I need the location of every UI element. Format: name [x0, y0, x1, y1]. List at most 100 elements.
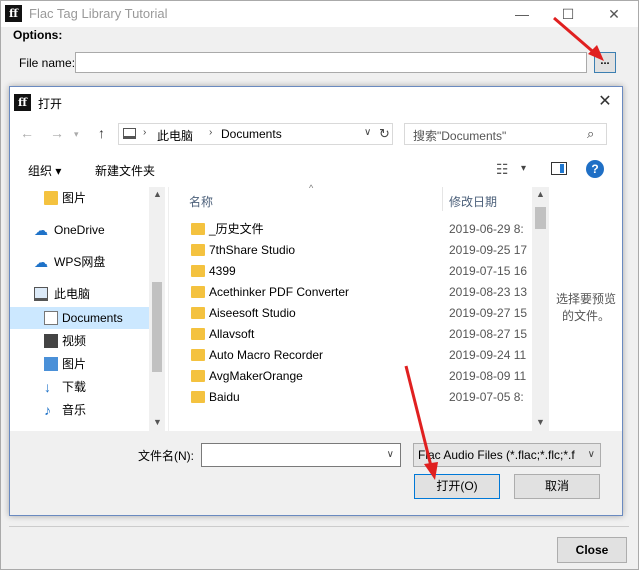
file-row[interactable]: Aiseesoft Studio 2019-09-27 15 [169, 303, 531, 324]
folder-icon [191, 244, 205, 256]
chevron-right-icon[interactable]: › [143, 127, 146, 138]
folder-icon [191, 286, 205, 298]
search-input[interactable]: 搜索"Documents" ⌕ [404, 123, 607, 145]
scroll-down-icon[interactable]: ▼ [153, 417, 162, 427]
nav-item-documents[interactable]: Documents [10, 307, 149, 329]
nav-item-downloads[interactable]: ↓ 下载 [10, 376, 149, 398]
new-folder-button[interactable]: 新建文件夹 [95, 162, 155, 179]
organize-button[interactable]: 组织 ▾ [28, 162, 61, 179]
file-row[interactable]: Auto Macro Recorder 2019-09-24 11 [169, 345, 531, 366]
file-row[interactable]: 7thShare Studio 2019-09-25 17 [169, 240, 531, 261]
file-name: 4399 [209, 264, 236, 278]
cloud-icon: ☁ [34, 222, 48, 238]
pc-icon [34, 287, 48, 301]
dialog-bottom-bar: 文件名(N): ∨ Flac Audio Files (*.flac;*.flc… [10, 431, 622, 515]
pc-icon [123, 128, 136, 139]
folder-icon [44, 191, 58, 205]
file-date: 2019-09-24 11 [449, 348, 527, 362]
column-header-name[interactable]: 名称 [189, 193, 213, 210]
view-options-icon[interactable]: ☷ [496, 161, 509, 178]
preview-pane-icon[interactable] [551, 162, 567, 175]
search-icon[interactable]: ⌕ [587, 126, 594, 142]
file-name: Auto Macro Recorder [209, 348, 324, 362]
help-icon[interactable]: ? [586, 160, 604, 178]
view-dropdown-icon[interactable]: ▾ [521, 163, 526, 174]
minimize-icon[interactable]: — [499, 1, 545, 27]
dialog-titlebar: ff 打开 ✕ [10, 87, 622, 117]
folder-icon [191, 349, 205, 361]
file-date: 2019-08-09 11 [449, 369, 527, 383]
folder-icon [191, 370, 205, 382]
file-row[interactable]: 4399 2019-07-15 16 [169, 261, 531, 282]
browse-button[interactable]: ... [594, 52, 616, 73]
forward-arrow-icon[interactable]: → [50, 125, 64, 141]
chevron-down-icon[interactable]: ∨ [364, 127, 371, 138]
address-bar[interactable]: › 此电脑 › Documents ∨ ↻ [118, 123, 393, 145]
nav-item-this-pc[interactable]: 此电脑 [10, 283, 149, 305]
scroll-thumb[interactable] [535, 207, 546, 229]
preview-message: 选择要预览的文件。 [555, 292, 616, 323]
breadcrumb-pc[interactable]: 此电脑 [157, 127, 193, 144]
back-arrow-icon[interactable]: ← [20, 125, 34, 141]
scroll-thumb[interactable] [152, 282, 162, 372]
scroll-up-icon[interactable]: ▲ [536, 189, 545, 199]
file-name-combobox[interactable]: ∨ [201, 443, 401, 467]
maximize-icon[interactable]: ☐ [545, 1, 591, 27]
file-row[interactable]: Acethinker PDF Converter 2019-08-23 13 [169, 282, 531, 303]
column-header-date[interactable]: 修改日期 [449, 193, 497, 210]
breadcrumb-documents[interactable]: Documents [221, 127, 282, 141]
file-name: 7thShare Studio [209, 243, 296, 257]
dialog-close-icon[interactable]: ✕ [594, 91, 616, 113]
cloud-outline-icon: ☁ [34, 254, 48, 270]
column-divider[interactable] [442, 187, 443, 211]
folder-icon [191, 328, 205, 340]
nav-item-videos[interactable]: 视频 [10, 330, 149, 352]
open-button[interactable]: 打开(O) [414, 474, 500, 499]
close-button[interactable]: Close [557, 537, 627, 563]
folder-icon [191, 391, 205, 403]
chevron-down-icon[interactable]: ∨ [588, 449, 595, 461]
file-date: 2019-08-27 15 [449, 327, 528, 341]
file-date: 2019-07-15 16 [449, 264, 528, 278]
file-row[interactable]: AvgMakerOrange 2019-08-09 11 [169, 366, 531, 387]
file-type-value: Flac Audio Files (*.flac;*.flc;*.f [418, 448, 575, 462]
folder-icon [191, 307, 205, 319]
app-icon: ff [5, 5, 22, 22]
scroll-up-icon[interactable]: ▲ [153, 189, 162, 199]
nav-scrollbar[interactable]: ▲ ▼ [149, 187, 165, 431]
nav-item-pictures[interactable]: 图片 [10, 187, 149, 209]
navigation-pane: 图片 ☁ OneDrive ☁ WPS网盘 此电脑 Documents 视频 图… [10, 187, 165, 431]
sort-arrow-icon: ^ [309, 183, 314, 193]
file-name: Baidu [209, 390, 240, 404]
pictures-icon [44, 357, 58, 371]
file-name: Allavsoft [209, 327, 255, 341]
search-placeholder: 搜索"Documents" [413, 129, 507, 143]
cancel-button[interactable]: 取消 [514, 474, 600, 499]
file-type-filter[interactable]: Flac Audio Files (*.flac;*.flc;*.f ∨ [413, 443, 601, 467]
file-name: Aiseesoft Studio [209, 306, 296, 320]
dialog-app-icon: ff [14, 94, 31, 111]
file-name: _历史文件 [209, 222, 264, 236]
download-icon: ↓ [44, 379, 51, 395]
nav-item-wps[interactable]: ☁ WPS网盘 [10, 251, 149, 273]
recent-locations-icon[interactable]: ▾ [74, 129, 79, 140]
file-date: 2019-09-25 17 [449, 243, 528, 257]
up-arrow-icon[interactable]: ↑ [98, 125, 105, 141]
documents-icon [44, 311, 58, 325]
file-name-input[interactable] [75, 52, 587, 73]
app-title: Flac Tag Library Tutorial [29, 6, 168, 21]
nav-item-pictures-library[interactable]: 图片 [10, 353, 149, 375]
chevron-right-icon[interactable]: › [209, 127, 212, 138]
file-list-scrollbar[interactable]: ▲ ▼ [532, 187, 549, 431]
close-icon[interactable]: ✕ [591, 1, 637, 27]
file-row[interactable]: _历史文件 2019-06-29 8: [169, 219, 531, 240]
chevron-down-icon[interactable]: ∨ [387, 449, 394, 460]
file-date: 2019-07-05 8: [449, 390, 524, 404]
file-row[interactable]: Allavsoft 2019-08-27 15 [169, 324, 531, 345]
nav-item-onedrive[interactable]: ☁ OneDrive [10, 219, 149, 241]
file-row[interactable]: Baidu 2019-07-05 8: [169, 387, 531, 408]
nav-item-music[interactable]: ♪ 音乐 [10, 399, 149, 421]
video-icon [44, 334, 58, 348]
refresh-icon[interactable]: ↻ [379, 126, 393, 142]
scroll-down-icon[interactable]: ▼ [536, 417, 545, 427]
